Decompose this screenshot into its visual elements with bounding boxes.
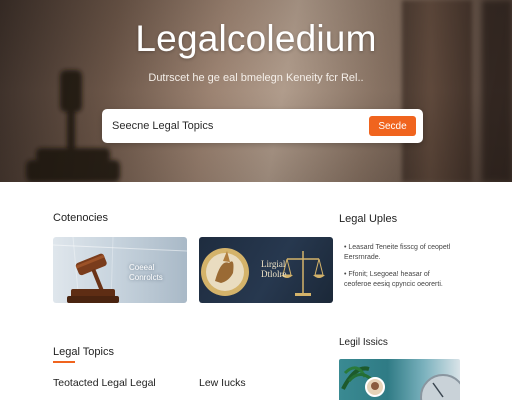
site-title: Legalcoledium [135, 18, 377, 59]
categories-heading: Cotenocies [53, 212, 109, 224]
legal-topics-heading: Legal Topics [53, 346, 114, 358]
hero-banner: Legalcoledium Dutrscet he ge eal bmelegn… [0, 0, 512, 182]
legal-issues-thumbnail[interactable] [339, 359, 460, 400]
list-item[interactable]: • Ffonit; Lsegoea! heasar of ceoferoe ee… [344, 270, 454, 289]
site-tagline: Dutrscet he ge eal bmelegn Keneity fcr R… [148, 72, 364, 84]
category-card-legal[interactable]: Lirgial Dtlolre [199, 237, 333, 303]
category-card-contracts[interactable]: Coeeal Conrolcts [53, 237, 187, 303]
legal-updates-heading: Legal Uples [339, 213, 398, 225]
gavel-icon [53, 237, 187, 303]
legal-updates-list: • Leasard Teneite fisscg of ceopetl Eers… [344, 243, 454, 297]
topic-link[interactable]: Teotacted Legal Legal [53, 377, 156, 389]
palm-clock-image [341, 366, 460, 400]
card-label: Coeeal Conrolcts [129, 263, 163, 282]
legal-issues-heading: Legil Issics [339, 337, 388, 348]
search-input[interactable] [112, 118, 352, 134]
card-label: Lirgial Dtlolre [261, 259, 287, 279]
topic-link[interactable]: Lew Iucks [199, 377, 246, 389]
search-bar: Secde [102, 109, 423, 143]
search-button[interactable]: Secde [369, 116, 416, 136]
list-item[interactable]: • Leasard Teneite fisscg of ceopetl Eers… [344, 243, 454, 262]
heading-underline [53, 361, 75, 363]
